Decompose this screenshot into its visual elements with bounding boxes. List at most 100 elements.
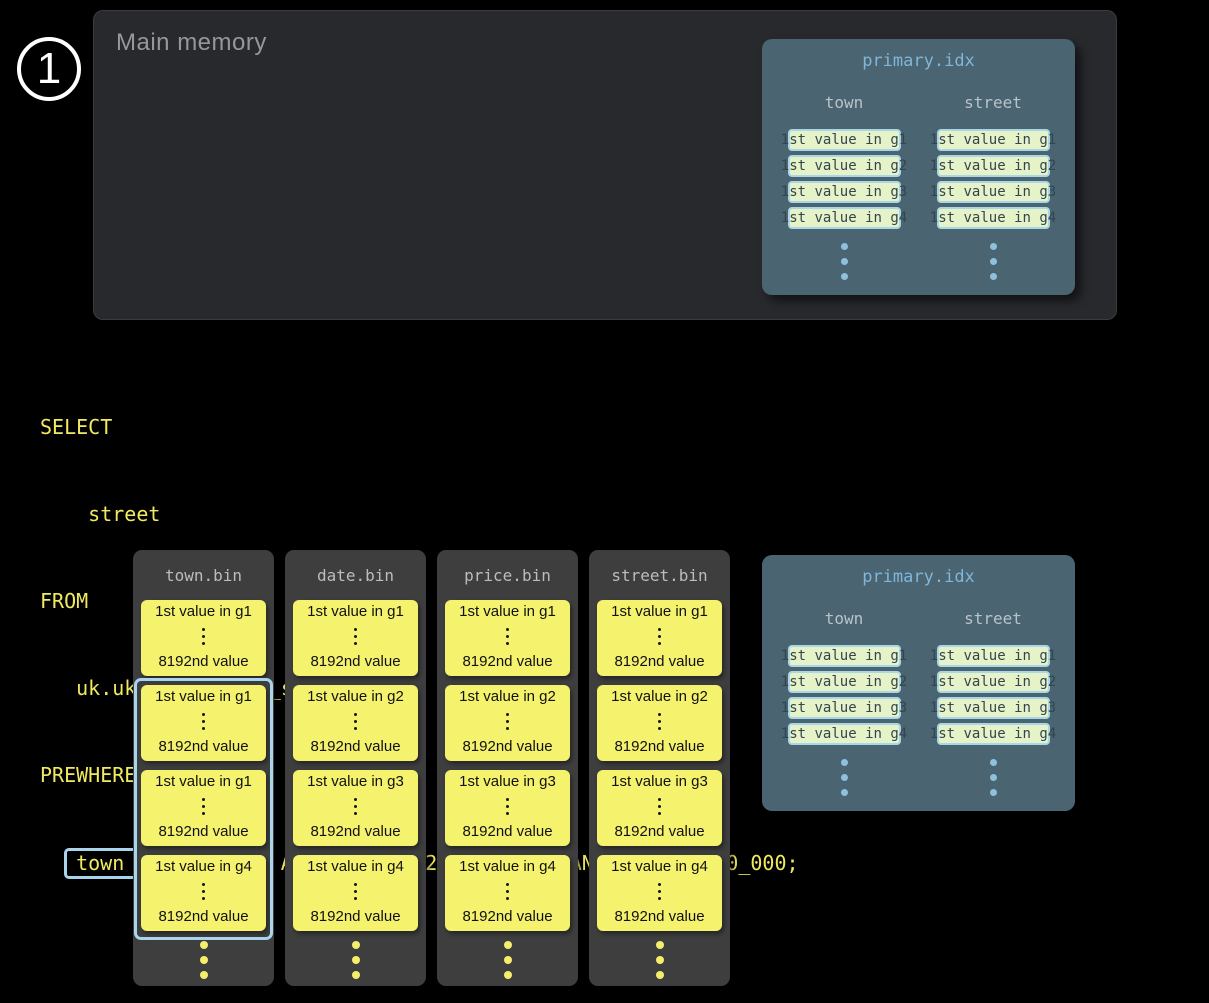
ellipsis-dot — [202, 805, 205, 808]
ellipsis-dot — [506, 883, 509, 886]
granule-ellipsis — [506, 626, 509, 647]
granule-last-value: 8192nd value — [158, 653, 248, 670]
column-file-price-bin: price.bin 1st value in g18192nd value1st… — [437, 550, 578, 986]
sql-line-select: SELECT — [40, 413, 799, 442]
ellipsis-dot — [841, 258, 848, 265]
granule-ellipsis — [658, 881, 661, 902]
granule-block: 1st value in g28192nd value — [293, 685, 418, 761]
ellipsis-dot — [658, 642, 661, 645]
column-file-town-bin: town.bin 1st value in g18192nd value 1st … — [133, 550, 274, 986]
step-1-badge: 1 — [17, 37, 81, 101]
granule-first-value: 1st value in g3 — [611, 773, 708, 790]
more-granules-ellipsis — [437, 937, 578, 982]
granule-last-value: 8192nd value — [310, 653, 400, 670]
granule-ellipsis — [658, 626, 661, 647]
ellipsis-dot — [658, 635, 661, 638]
granule-ellipsis — [202, 711, 205, 732]
granule-last-value: 8192nd value — [158, 908, 248, 925]
ellipsis-dot — [504, 941, 512, 949]
granule-block: 1st value in g38192nd value — [445, 770, 570, 846]
index-mark-chip: 1st value in g2 — [937, 671, 1050, 693]
more-entries-ellipsis — [841, 239, 848, 284]
ellipsis-dot — [202, 883, 205, 886]
column-header: town — [825, 609, 864, 629]
step-number: 1 — [37, 44, 61, 94]
index-mark-chip: 1st value in g3 — [937, 697, 1050, 719]
granule-block: 1st value in g18192nd value — [141, 600, 266, 676]
granule-ellipsis — [354, 626, 357, 647]
granule-block: 1st value in g18192nd value — [293, 600, 418, 676]
ellipsis-dot — [841, 273, 848, 280]
ellipsis-dot — [354, 897, 357, 900]
index-mark-chip: 1st value in g3 — [788, 697, 901, 719]
ellipsis-dot — [506, 890, 509, 893]
ellipsis-dot — [354, 798, 357, 801]
granule-ellipsis — [354, 711, 357, 732]
index-mark-chip: 1st value in g1 — [788, 645, 901, 667]
granule-block: 1st value in g28192nd value — [597, 685, 722, 761]
ellipsis-dot — [506, 798, 509, 801]
granule-last-value: 8192nd value — [310, 908, 400, 925]
ellipsis-dot — [506, 713, 509, 716]
granule-list: 1st value in g18192nd value1st value in … — [597, 600, 722, 940]
ellipsis-dot — [506, 727, 509, 730]
granule-list: 1st value in g18192nd value1st value in … — [445, 600, 570, 940]
index-mark-chip: 1st value in g4 — [937, 207, 1050, 229]
ellipsis-dot — [354, 812, 357, 815]
sql-line-street: street — [40, 500, 799, 529]
more-entries-ellipsis — [990, 239, 997, 284]
ellipsis-dot — [656, 971, 664, 979]
ellipsis-dot — [506, 628, 509, 631]
granule-ellipsis — [202, 881, 205, 902]
granule-last-value: 8192nd value — [462, 908, 552, 925]
ellipsis-dot — [202, 798, 205, 801]
more-granules-ellipsis — [133, 937, 274, 982]
ellipsis-dot — [506, 897, 509, 900]
ellipsis-dot — [841, 243, 848, 250]
granule-first-value: 1st value in g4 — [155, 858, 252, 875]
bin-title: street.bin — [589, 566, 730, 586]
ellipsis-dot — [202, 727, 205, 730]
granule-list: 1st value in g18192nd value 1st value in … — [293, 600, 418, 940]
primary-index-title: primary.idx — [762, 567, 1075, 587]
granule-block: 1st value in g4 8192nd value — [293, 855, 418, 931]
granule-ellipsis — [506, 881, 509, 902]
granule-first-value: 1st value in g2 — [459, 688, 556, 705]
bin-title: price.bin — [437, 566, 578, 586]
ellipsis-dot — [354, 890, 357, 893]
ellipsis-dot — [658, 883, 661, 886]
granule-last-value: 8192nd value — [158, 823, 248, 840]
bin-title: town.bin — [133, 566, 274, 586]
granule-last-value: 8192nd value — [158, 738, 248, 755]
index-mark-chip: 1st value in g1 — [788, 129, 901, 151]
ellipsis-dot — [352, 941, 360, 949]
granule-first-value: 1st value in g4 — [307, 858, 404, 875]
column-header: street — [964, 609, 1022, 629]
ellipsis-dot — [354, 642, 357, 645]
ellipsis-dot — [354, 883, 357, 886]
granule-ellipsis — [202, 626, 205, 647]
index-column-town: town1st value in g11st value in g21st va… — [774, 609, 914, 800]
ellipsis-dot — [354, 805, 357, 808]
ellipsis-dot — [202, 812, 205, 815]
ellipsis-dot — [200, 971, 208, 979]
index-columns: town1st value in g11st value in g21st va… — [762, 93, 1075, 284]
ellipsis-dot — [990, 759, 997, 766]
granule-ellipsis — [506, 711, 509, 732]
index-columns: town 1st value in g1 1st value in g2 1st va… — [762, 609, 1075, 800]
granule-block: 1st value in g4 8192nd value — [141, 855, 266, 931]
granule-ellipsis — [658, 711, 661, 732]
ellipsis-dot — [990, 273, 997, 280]
ellipsis-dot — [506, 812, 509, 815]
ellipsis-dot — [352, 956, 360, 964]
column-header: town — [825, 93, 864, 113]
ellipsis-dot — [658, 897, 661, 900]
index-mark-chip: 1st value in g3 — [788, 181, 901, 203]
column-file-date-bin: date.bin 1st value in g18192nd value1st … — [285, 550, 426, 986]
ellipsis-dot — [354, 727, 357, 730]
ellipsis-dot — [658, 713, 661, 716]
granule-ellipsis — [354, 796, 357, 817]
granule-first-value: 1st value in g2 — [611, 688, 708, 705]
ellipsis-dot — [658, 727, 661, 730]
index-column-street: street1st value in g11st value in g21st … — [923, 609, 1063, 800]
